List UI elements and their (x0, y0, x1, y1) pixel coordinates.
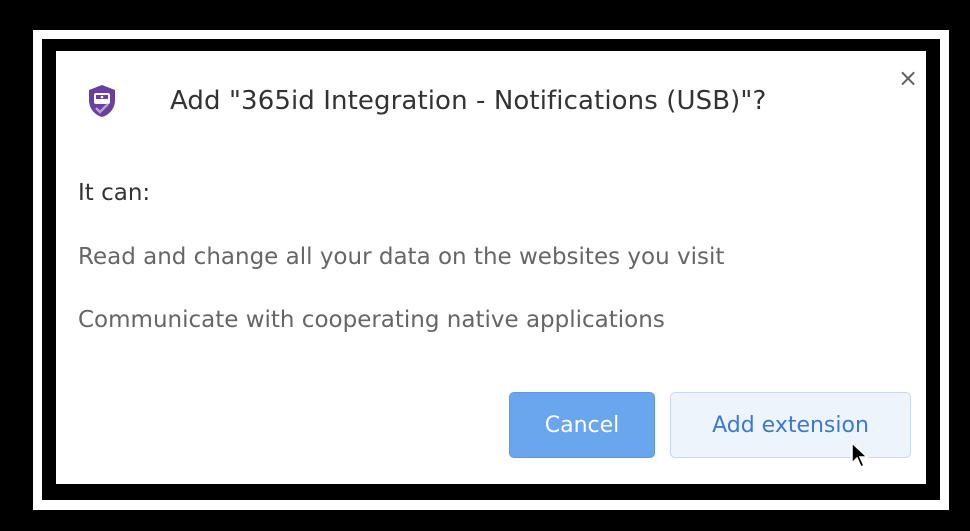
permission-item: Read and change all your data on the web… (78, 244, 725, 270)
dialog-header: Add "365id Integration - Notifications (… (86, 83, 766, 119)
shield-check-icon (86, 83, 118, 119)
add-extension-dialog: × Add "365id Integration - Notifications… (56, 51, 926, 484)
add-extension-button[interactable]: Add extension (670, 392, 911, 458)
permissions-intro: It can: (78, 180, 151, 206)
mouse-pointer-icon (851, 442, 869, 469)
close-icon[interactable]: × (896, 66, 920, 90)
permission-item: Communicate with cooperating native appl… (78, 307, 665, 333)
cancel-button[interactable]: Cancel (509, 392, 655, 458)
dialog-title: Add "365id Integration - Notifications (… (170, 86, 767, 116)
